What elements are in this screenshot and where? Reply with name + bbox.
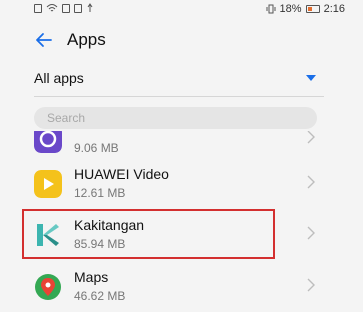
app-name: HUAWEI Video <box>74 166 169 182</box>
list-item[interactable]: Maps 46.62 MB <box>22 263 330 312</box>
app-size: 9.06 MB <box>74 141 119 155</box>
lock-icon <box>62 3 70 13</box>
dropdown-caret-icon <box>306 75 316 81</box>
app-bar: Apps <box>0 22 363 60</box>
app-filter-dropdown[interactable]: All apps <box>34 67 324 91</box>
system-status: 18% 2:16 <box>266 3 345 15</box>
sim-icon <box>34 3 42 13</box>
video-play-icon <box>34 170 62 198</box>
wifi-icon <box>46 4 58 12</box>
partial-app-icon <box>34 131 62 153</box>
usb-icon <box>87 3 93 12</box>
page-title: Apps <box>67 30 106 49</box>
vibrate-icon <box>266 4 276 14</box>
chevron-right-icon <box>307 175 315 189</box>
battery-percent: 18% <box>279 3 302 15</box>
divider <box>34 96 324 97</box>
chevron-right-icon <box>307 278 315 292</box>
battery-icon <box>305 5 320 13</box>
status-bar: 18% 2:16 <box>0 0 363 20</box>
search-input[interactable]: Search <box>34 107 317 129</box>
app-size: 46.62 MB <box>74 289 126 303</box>
maps-pin-icon <box>35 274 61 300</box>
app-size: 12.61 MB <box>74 186 126 200</box>
notification-icons <box>34 3 94 13</box>
search-placeholder: Search <box>47 111 86 125</box>
list-item[interactable]: HUAWEI Video 12.61 MB <box>22 160 330 212</box>
chevron-right-icon <box>307 131 315 144</box>
clock: 2:16 <box>323 3 345 15</box>
back-arrow-icon[interactable] <box>34 30 54 50</box>
filter-selected-value: All apps <box>34 70 84 86</box>
highlight-box <box>22 209 275 259</box>
image-icon <box>74 3 82 13</box>
chevron-right-icon <box>307 226 315 240</box>
app-name: Maps <box>74 269 109 285</box>
